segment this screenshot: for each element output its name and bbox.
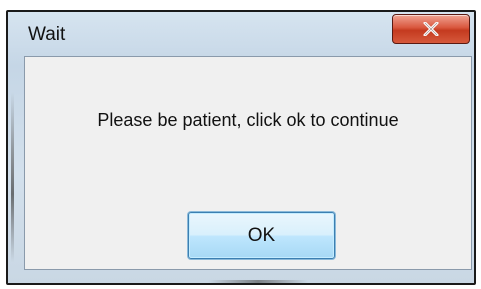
frame-edge-highlight: [208, 280, 308, 283]
close-x-icon: [423, 22, 439, 36]
ok-button[interactable]: OK: [188, 212, 335, 259]
window-title: Wait: [28, 24, 66, 45]
dialog-window: Wait Please be patient, click ok to cont…: [6, 10, 476, 285]
dialog-message: Please be patient, click ok to continue: [97, 110, 399, 130]
close-button[interactable]: [392, 14, 470, 44]
dialog-body: Please be patient, click ok to continue …: [24, 56, 472, 270]
title-bar[interactable]: Wait: [8, 12, 474, 56]
